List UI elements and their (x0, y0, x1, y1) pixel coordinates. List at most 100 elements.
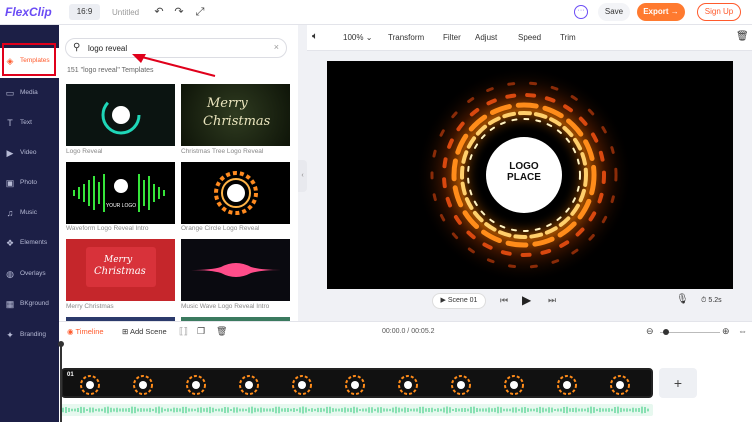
play-small-icon: ▶ (440, 297, 446, 304)
app-logo[interactable]: FlexClip (5, 5, 52, 19)
template-label: Christmas Tree Logo Reveal (181, 148, 264, 155)
search-input[interactable]: logo reveal (88, 44, 127, 53)
play-icon[interactable]: ▶ (522, 293, 531, 307)
delete-icon[interactable]: 🗑︎ (736, 31, 749, 42)
video-preview[interactable]: LOGO PLACE (327, 61, 733, 289)
sidebar-item-elements[interactable]: ❖ Elements (0, 230, 59, 260)
sidebar-item-label: Branding (20, 331, 47, 338)
trim-button[interactable]: Trim (560, 33, 576, 42)
add-scene-button[interactable]: ⊞ Add Scene (122, 327, 167, 336)
speed-button[interactable]: Speed (518, 33, 541, 42)
zoom-select[interactable]: 100% ⌄ (343, 33, 372, 42)
top-bar: FlexClip 16:9 Untitled ↶ ↷ ⤢ ··· Save Ex… (0, 0, 752, 25)
thumb-text-your-logo: YOUR LOGO (106, 203, 136, 209)
clock-icon: ⏱︎ (701, 297, 707, 304)
aspect-ratio-button[interactable]: 16:9 (69, 4, 100, 20)
sidebar-item-label: Elements (20, 239, 48, 246)
add-scene-plus-button[interactable]: + (659, 368, 697, 398)
trash-icon[interactable]: 🗑︎ (216, 326, 227, 337)
duplicate-icon[interactable]: ❐ (197, 326, 205, 337)
template-thumb-logo-reveal[interactable] (66, 84, 175, 146)
fit-icon[interactable]: ⇔ (738, 326, 747, 336)
track-frame (397, 374, 419, 396)
music-wave-preview (191, 263, 281, 277)
zoom-slider-handle[interactable] (663, 329, 669, 335)
sidebar-item-video[interactable]: ▶ Video (0, 140, 59, 170)
track-frame (344, 374, 366, 396)
arrow-right-icon: → (670, 7, 679, 16)
track-frame (503, 374, 525, 396)
undo-icon[interactable]: ↶ (152, 5, 166, 19)
sidebar-item-label: Text (20, 119, 32, 126)
zoom-out-icon[interactable]: ⊖ (646, 326, 654, 337)
project-title[interactable]: Untitled (112, 8, 139, 17)
adjust-button[interactable]: Adjust (475, 33, 497, 42)
media-icon: ▭ (5, 88, 15, 98)
track-frame (450, 374, 472, 396)
track-frame (609, 374, 631, 396)
thumb-text-merry: Merry (104, 255, 133, 265)
collapse-panel-handle[interactable]: ‹ (298, 160, 307, 192)
timeline-time: 00:00.0 / 00:05.2 (382, 328, 435, 335)
overlays-icon: ◍ (6, 269, 14, 279)
sidebar: ◈ Templates ▭ Media T Text ▶ Video ▣ Pho… (0, 25, 59, 422)
search-icon: ⚲ (73, 42, 81, 53)
clear-icon[interactable]: × (274, 42, 279, 52)
template-label: Waveform Logo Reveal Intro (66, 225, 149, 232)
sidebar-item-label: BKground (20, 300, 49, 307)
volume-icon[interactable]: 🔈︎ (312, 31, 318, 42)
branding-icon: ✦ (6, 330, 14, 340)
fullscreen-icon[interactable]: ⤢ (193, 5, 207, 19)
sidebar-item-media[interactable]: ▭ Media (0, 80, 59, 110)
timeline-tab[interactable]: ◉ Timeline (67, 327, 104, 336)
track-number: 01 (67, 372, 74, 378)
next-icon[interactable]: ⏭︎ (548, 295, 556, 306)
zoom-in-icon[interactable]: ⊕ (722, 326, 730, 337)
microphone-icon[interactable]: 🎙︎ (676, 294, 689, 305)
transform-button[interactable]: Transform (388, 33, 424, 42)
template-thumb-waveform[interactable]: YOUR LOGO (66, 162, 175, 224)
music-icon: ♫ (6, 208, 14, 218)
scene-track[interactable]: 01 (61, 368, 653, 398)
zoom-value: 100% (343, 33, 364, 42)
export-button[interactable]: Export → (637, 3, 685, 21)
text-icon: T (7, 118, 13, 128)
annotation-arrow (132, 54, 216, 77)
zoom-slider[interactable] (660, 332, 720, 333)
scene-selector[interactable]: ▶ Scene 01 (432, 293, 486, 309)
template-label: Orange Circle Logo Reveal (181, 225, 260, 232)
sidebar-item-branding[interactable]: ✦ Branding (0, 322, 59, 352)
track-frame (79, 374, 101, 396)
sidebar-item-photo[interactable]: ▣ Photo (0, 170, 59, 200)
sidebar-item-label: Music (20, 209, 37, 216)
chat-icon[interactable]: ··· (574, 5, 588, 19)
template-thumb-orange-circle[interactable] (181, 162, 290, 224)
split-icon[interactable]: ⟦⟧ (179, 326, 188, 337)
track-frame (556, 374, 578, 396)
template-thumb-christmas-tree[interactable]: Merry Christmas (181, 84, 290, 146)
filter-button[interactable]: Filter (443, 33, 461, 42)
sidebar-item-background[interactable]: ▦ BKground (0, 291, 59, 321)
previous-icon[interactable]: ⏮︎ (500, 295, 508, 306)
sidebar-item-text[interactable]: T Text (0, 110, 59, 140)
playhead[interactable] (58, 341, 64, 422)
logo-line-1: LOGO (509, 161, 539, 172)
template-thumb-music-wave[interactable] (181, 239, 290, 301)
sidebar-item-label: Video (20, 149, 37, 156)
sidebar-item-music[interactable]: ♫ Music (0, 200, 59, 230)
sidebar-item-overlays[interactable]: ◍ Overlays (0, 261, 59, 291)
scene-duration[interactable]: ⏱︎ 5.2s (701, 297, 722, 305)
sidebar-item-label: Media (20, 89, 38, 96)
track-frame (185, 374, 207, 396)
track-frame (132, 374, 154, 396)
timeline-panel: ◉ Timeline ⊞ Add Scene ⟦⟧ ❐ 🗑︎ 00:00.0 /… (58, 321, 752, 422)
template-label: Merry Christmas (66, 303, 114, 310)
save-button[interactable]: Save (598, 3, 630, 21)
audio-track[interactable] (61, 404, 653, 416)
thumb-text-christmas: Christmas (203, 114, 271, 129)
chevron-down-icon: ⌄ (365, 33, 373, 42)
sign-up-button[interactable]: Sign Up (697, 3, 741, 21)
redo-icon[interactable]: ↷ (172, 5, 186, 19)
thumb-text-christmas: Christmas (94, 266, 146, 277)
template-thumb-merry-christmas[interactable]: Merry Christmas (66, 239, 175, 301)
